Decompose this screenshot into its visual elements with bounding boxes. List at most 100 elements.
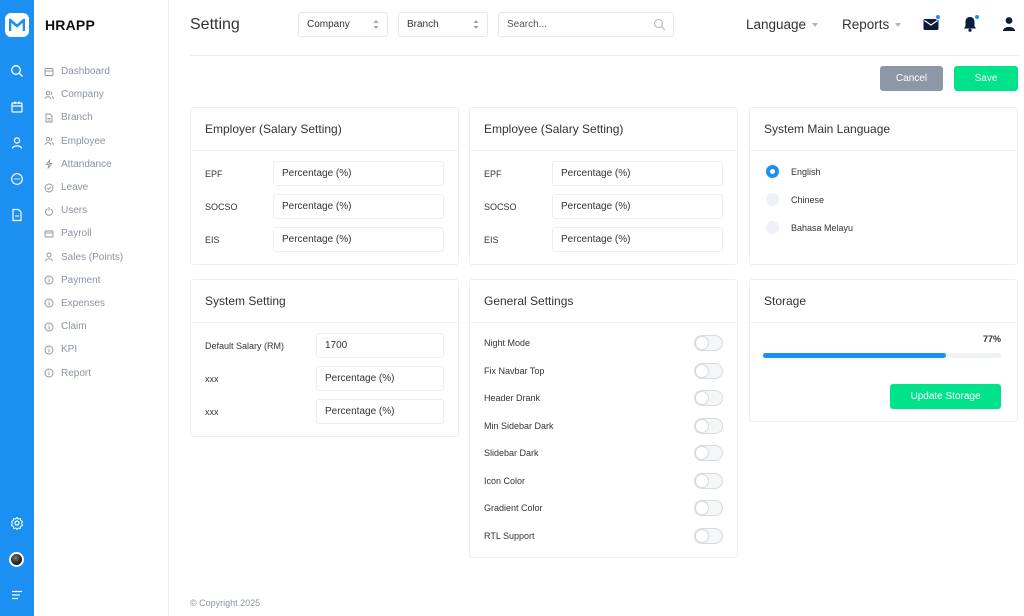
default-salary-input[interactable]: 1700 bbox=[316, 333, 444, 358]
epf-select[interactable]: Percentage (%) bbox=[273, 161, 444, 186]
field-label: xxx bbox=[205, 373, 219, 384]
socso-select[interactable]: Percentage (%) bbox=[552, 194, 723, 219]
copyright: © Copyright 2025 bbox=[190, 598, 261, 608]
reports-menu[interactable]: Reports bbox=[842, 17, 902, 32]
company-select[interactable]: Company bbox=[298, 12, 388, 37]
form-row: EPF Percentage (%) bbox=[205, 161, 444, 186]
card-title: Storage bbox=[750, 280, 1017, 323]
cancel-button[interactable]: Cancel bbox=[880, 66, 943, 91]
setting-label: Min Sidebar Dark bbox=[484, 420, 554, 431]
branch-select[interactable]: Branch bbox=[398, 12, 488, 37]
card-title: System Setting bbox=[191, 280, 458, 323]
eis-select[interactable]: Percentage (%) bbox=[552, 227, 723, 252]
sidebar-item-label: Payroll bbox=[61, 228, 92, 240]
language-option-bahasa-melayu[interactable]: Bahasa Melayu bbox=[766, 221, 853, 234]
form-row: EIS Percentage (%) bbox=[205, 227, 444, 252]
user-icon[interactable] bbox=[9, 135, 25, 151]
bolt-icon bbox=[45, 159, 53, 169]
setting-label: Icon Color bbox=[484, 475, 526, 486]
sidebar-item-sales-points[interactable]: Sales (Points) bbox=[44, 246, 164, 269]
language-option-chinese[interactable]: Chinese bbox=[766, 193, 824, 206]
sidebar: HRAPP Dashboard Company Branch Employee … bbox=[34, 0, 169, 616]
user-icon bbox=[1003, 17, 1015, 31]
storage-card: Storage 77% Update Storage bbox=[749, 279, 1018, 422]
storage-progress-fill bbox=[763, 353, 947, 358]
search-box bbox=[498, 12, 674, 37]
field-label: EIS bbox=[205, 234, 220, 245]
calendar-icon[interactable] bbox=[9, 99, 25, 115]
setting-icon-color: Icon Color bbox=[484, 471, 723, 491]
document-icon[interactable] bbox=[9, 207, 25, 223]
epf-select[interactable]: Percentage (%) bbox=[552, 161, 723, 186]
eis-select[interactable]: Percentage (%) bbox=[273, 227, 444, 252]
sidebar-item-label: Company bbox=[61, 89, 104, 101]
system-setting-card: System Setting Default Salary (RM) 1700 … bbox=[190, 279, 459, 437]
icon-rail bbox=[0, 0, 34, 616]
setting-fix-navbar-top: Fix Navbar Top bbox=[484, 361, 723, 381]
setting-rtl-support: RTL Support bbox=[484, 526, 723, 546]
form-row: EPF Percentage (%) bbox=[484, 161, 723, 186]
radio-selected[interactable] bbox=[766, 165, 779, 178]
chat-icon[interactable] bbox=[9, 171, 25, 187]
radio-unselected[interactable] bbox=[766, 221, 779, 234]
sidebar-item-kpi[interactable]: KPI bbox=[44, 338, 164, 361]
menu-icon[interactable] bbox=[9, 587, 25, 603]
sidebar-item-label: Claim bbox=[61, 321, 87, 333]
search-icon[interactable] bbox=[9, 63, 25, 79]
sidebar-item-label: Expenses bbox=[61, 297, 105, 309]
sidebar-item-users[interactable]: Users bbox=[44, 199, 164, 222]
save-button[interactable]: Save bbox=[954, 66, 1018, 91]
sidebar-item-branch[interactable]: Branch bbox=[44, 106, 164, 129]
xxx-select[interactable]: Percentage (%) bbox=[316, 366, 444, 391]
sidebar-item-payment[interactable]: Payment bbox=[44, 269, 164, 292]
setting-min-sidebar-dark: Min Sidebar Dark bbox=[484, 416, 723, 436]
search-icon[interactable] bbox=[653, 18, 666, 31]
header-drank-toggle[interactable] bbox=[694, 390, 723, 406]
form-row: SOCSO Percentage (%) bbox=[484, 194, 723, 219]
card-icon bbox=[44, 230, 54, 238]
option-label: Bahasa Melayu bbox=[791, 222, 854, 233]
mail-button[interactable] bbox=[922, 14, 941, 33]
sidebar-item-report[interactable]: Report bbox=[44, 361, 164, 384]
sidebar-item-label: KPI bbox=[61, 344, 78, 356]
sidebar-item-company[interactable]: Company bbox=[44, 83, 164, 106]
update-storage-button[interactable]: Update Storage bbox=[890, 384, 1001, 409]
info-icon bbox=[44, 299, 54, 308]
check-circle-icon bbox=[44, 183, 54, 192]
sidebar-item-label: Report bbox=[61, 367, 92, 379]
sidebar-item-attandance[interactable]: Attandance bbox=[44, 153, 164, 176]
icon-color-toggle[interactable] bbox=[694, 472, 723, 489]
avatar[interactable] bbox=[9, 552, 24, 567]
header-divider bbox=[190, 55, 1020, 56]
search-input[interactable] bbox=[499, 13, 639, 36]
profile-button[interactable] bbox=[1000, 15, 1018, 33]
language-menu[interactable]: Language bbox=[746, 17, 819, 32]
settings-icon[interactable] bbox=[9, 515, 25, 531]
fix-navbar-top-toggle[interactable] bbox=[694, 362, 723, 379]
socso-select[interactable]: Percentage (%) bbox=[273, 194, 444, 219]
sidebar-item-leave[interactable]: Leave bbox=[44, 176, 164, 199]
language-menu-label: Language bbox=[746, 17, 807, 32]
night-mode-toggle[interactable] bbox=[694, 335, 723, 351]
rtl-support-toggle[interactable] bbox=[694, 527, 723, 544]
setting-night-mode: Night Mode bbox=[484, 333, 723, 353]
logo-icon[interactable] bbox=[5, 13, 29, 37]
slidebar-dark-toggle[interactable] bbox=[694, 445, 723, 461]
radio-unselected[interactable] bbox=[766, 193, 779, 206]
card-title: General Settings bbox=[470, 280, 737, 323]
sidebar-item-employee[interactable]: Employee bbox=[44, 130, 164, 153]
setting-gradient-color: Gradient Color bbox=[484, 498, 723, 518]
sidebar-item-payroll[interactable]: Payroll bbox=[44, 222, 164, 245]
sidebar-item-dashboard[interactable]: Dashboard bbox=[44, 60, 164, 83]
setting-label: Header Drank bbox=[484, 393, 541, 403]
gradient-color-toggle[interactable] bbox=[694, 500, 723, 516]
sidebar-item-expenses[interactable]: Expenses bbox=[44, 292, 164, 315]
sidebar-item-claim[interactable]: Claim bbox=[44, 315, 164, 338]
xxx-select[interactable]: Percentage (%) bbox=[316, 399, 444, 424]
language-option-english[interactable]: English bbox=[766, 165, 821, 178]
field-label: xxx bbox=[205, 406, 219, 417]
notifications-button[interactable] bbox=[961, 14, 980, 33]
info-icon bbox=[44, 345, 54, 355]
person-icon bbox=[45, 252, 53, 262]
min-sidebar-dark-toggle[interactable] bbox=[694, 417, 723, 434]
